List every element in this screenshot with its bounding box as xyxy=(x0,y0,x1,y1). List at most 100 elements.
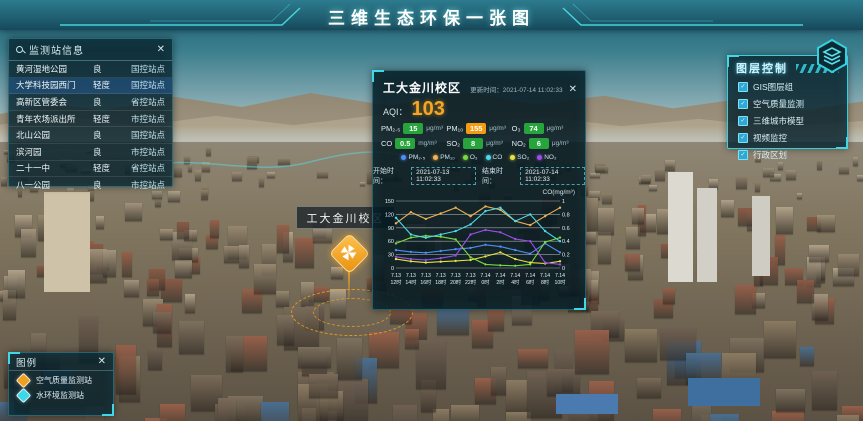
checkbox-checked-icon[interactable]: ✓ xyxy=(738,116,748,126)
layer-checkbox-item[interactable]: ✓ GIS图层组 xyxy=(728,78,847,95)
svg-text:7.13: 7.13 xyxy=(465,273,475,279)
building-block xyxy=(298,347,331,367)
pollutant-unit: μg/m³ xyxy=(489,125,506,132)
svg-text:120: 120 xyxy=(385,212,394,218)
station-row[interactable]: 北山公园良国控站点 xyxy=(9,127,172,144)
svg-text:90: 90 xyxy=(388,226,394,232)
svg-text:14时: 14时 xyxy=(405,278,416,286)
pollutant-unit: μg/m³ xyxy=(486,140,503,147)
legend-item-label: 水环境监测站 xyxy=(36,390,84,401)
app-window: 工大金川校区 三维生态环保一张图 监测站信息 ✕ 黄河湿地公园良国控站点大学科技… xyxy=(0,0,863,421)
svg-text:8时: 8时 xyxy=(541,278,549,286)
chart-legend-item[interactable]: NO₂ xyxy=(537,154,556,161)
building-block xyxy=(210,220,218,239)
legend-label: CO xyxy=(493,154,503,161)
building-block xyxy=(632,208,644,224)
station-row[interactable]: 青年农场派出所轻度市控站点 xyxy=(9,111,172,128)
station-row[interactable]: 黄河湿地公园良国控站点 xyxy=(9,61,172,78)
svg-text:22时: 22时 xyxy=(465,278,476,286)
building-block xyxy=(857,175,863,182)
building-block xyxy=(153,312,171,333)
chart-legend: PM₂.₅ PM₁₀ O₃ CO SO₂ NO₂ xyxy=(373,149,585,161)
layer-label: 视频监控 xyxy=(753,132,787,144)
layer-checkbox-item[interactable]: ✓空气质量监测 xyxy=(728,95,847,112)
building-block xyxy=(125,203,142,221)
landmark-tower xyxy=(668,172,693,282)
station-type: 国控站点 xyxy=(117,63,165,75)
station-row[interactable]: 滨河园良市控站点 xyxy=(9,144,172,161)
building-block xyxy=(405,329,420,349)
pollutant-cell: PM₂.₅15μg/m³ xyxy=(381,123,446,134)
svg-text:20时: 20时 xyxy=(450,278,461,286)
blue-roof-shed xyxy=(688,378,760,406)
chart-legend-item[interactable]: O₃ xyxy=(463,154,478,161)
svg-text:7.14: 7.14 xyxy=(540,273,550,279)
building-block xyxy=(665,160,674,172)
station-name: 北山公园 xyxy=(16,129,93,141)
checkbox-checked-icon[interactable]: ✓ xyxy=(738,133,748,143)
station-type: 市控站点 xyxy=(117,146,165,158)
legend-panel-title: 图例 xyxy=(16,355,98,369)
svg-text:0时: 0时 xyxy=(481,278,489,286)
chart-legend-item[interactable]: CO xyxy=(486,154,503,161)
station-row[interactable]: 二十一中轻度省控站点 xyxy=(9,161,172,178)
building-block xyxy=(337,338,362,380)
layer-checkbox-item[interactable]: ✓ 三维城市模型 xyxy=(728,112,847,129)
svg-text:0: 0 xyxy=(562,266,565,272)
legend-dot xyxy=(537,155,542,160)
checkbox-checked-icon[interactable]: ✓ xyxy=(738,82,748,92)
building-block xyxy=(1,177,8,187)
end-time-input[interactable]: 2021-07-14 11:02:33 xyxy=(520,167,585,185)
building-block xyxy=(276,291,290,307)
station-type: 国控站点 xyxy=(117,79,165,91)
layer-label: 行政区划 xyxy=(753,149,787,161)
station-row[interactable]: 高新区管委会良省控站点 xyxy=(9,94,172,111)
close-icon[interactable]: ✕ xyxy=(157,45,165,55)
close-icon[interactable]: ✕ xyxy=(98,357,106,367)
close-icon[interactable]: ✕ xyxy=(569,85,577,95)
station-detail-popup: 工大金川校区 更新时间：2021-07-14 11:02:33 ✕ AQI： 1… xyxy=(372,70,586,310)
blue-roof-shed xyxy=(556,394,618,414)
chart-legend-item[interactable]: PM₂.₅ xyxy=(401,154,425,161)
checkbox-checked-icon[interactable]: ✓ xyxy=(738,150,748,160)
building-block xyxy=(226,336,243,372)
legend-dot xyxy=(486,155,491,160)
layer-label: GIS图层组 xyxy=(753,81,793,93)
building-block xyxy=(202,162,210,172)
building-block xyxy=(116,345,136,394)
building-block xyxy=(710,414,740,421)
station-row[interactable]: 大学科技园西门轻度国控站点 xyxy=(9,78,172,95)
start-time-input[interactable]: 2021-07-13 11:02:33 xyxy=(411,167,476,185)
building-block xyxy=(641,175,651,183)
pollutant-trend-chart[interactable]: 00300.2600.4900.61200.815017.1312时7.1314… xyxy=(379,196,579,296)
station-type: 省控站点 xyxy=(117,96,165,108)
station-row[interactable]: 八一公园良市控站点 xyxy=(9,177,172,193)
building-block xyxy=(317,171,328,178)
station-grade: 良 xyxy=(93,146,117,158)
building-block xyxy=(590,173,600,178)
building-block xyxy=(602,193,612,203)
layer-label: 三维城市模型 xyxy=(753,115,804,127)
building-block xyxy=(738,208,752,226)
chart-legend-item[interactable]: PM₁₀ xyxy=(433,154,455,161)
layers-hexagon-icon[interactable] xyxy=(814,38,850,74)
svg-text:6时: 6时 xyxy=(526,278,534,286)
layer-checkbox-item[interactable]: ✓ 行政区划 xyxy=(728,146,847,163)
svg-text:2时: 2时 xyxy=(496,278,504,286)
svg-text:7.13: 7.13 xyxy=(436,273,446,279)
building-block xyxy=(160,229,173,240)
pollutant-value-chip: 155 xyxy=(466,123,486,134)
layer-checkbox-item[interactable]: ✓ 视频监控 xyxy=(728,129,847,146)
checkbox-checked-icon[interactable]: ✓ xyxy=(738,99,748,109)
station-type: 市控站点 xyxy=(117,179,165,191)
building-block xyxy=(247,157,257,169)
building-block xyxy=(295,238,315,268)
building-block xyxy=(809,245,829,262)
building-block xyxy=(148,348,162,370)
building-block xyxy=(491,367,506,396)
legend-dot xyxy=(401,155,406,160)
search-icon[interactable] xyxy=(16,46,24,54)
building-block xyxy=(598,208,615,235)
pollutant-name: CO xyxy=(381,139,392,148)
chart-legend-item[interactable]: SO₂ xyxy=(510,154,529,161)
